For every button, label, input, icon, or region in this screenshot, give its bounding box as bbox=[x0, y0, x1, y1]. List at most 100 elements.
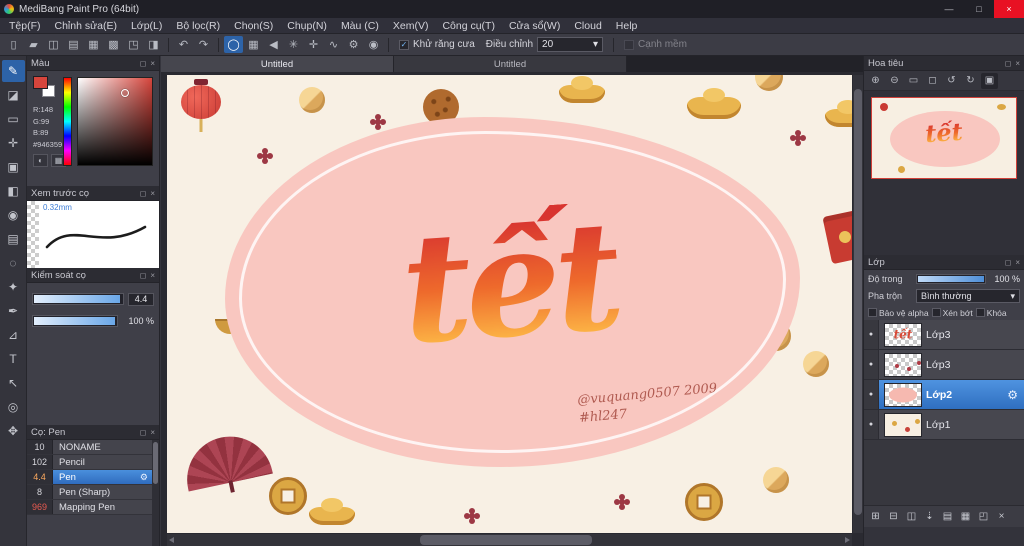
delete-layer-icon[interactable]: × bbox=[993, 508, 1010, 525]
pen-tool-icon[interactable]: ✎ bbox=[1, 60, 25, 82]
panel-layout-icon[interactable]: ◳ bbox=[124, 36, 143, 53]
rotate-right-icon[interactable]: ↻ bbox=[962, 73, 979, 89]
snap-settings-icon[interactable]: ⚙ bbox=[344, 36, 363, 53]
menu-layer[interactable]: Lớp(L) bbox=[124, 20, 169, 32]
eye-icon[interactable]: ● bbox=[864, 320, 879, 349]
popout-icon[interactable]: ◻ bbox=[140, 59, 147, 68]
gradient-tool-icon[interactable]: ◧ bbox=[2, 180, 25, 202]
close-button[interactable]: × bbox=[994, 0, 1024, 18]
hue-slider[interactable] bbox=[63, 77, 72, 166]
star-snap-icon[interactable]: ✳ bbox=[284, 36, 303, 53]
reset-view-icon[interactable]: ▣ bbox=[981, 72, 998, 89]
menu-edit[interactable]: Chỉnh sửa(E) bbox=[48, 20, 124, 32]
soft-edge-checkbox[interactable] bbox=[624, 39, 635, 50]
close-icon[interactable]: × bbox=[1015, 59, 1020, 68]
eye-icon[interactable]: ● bbox=[864, 350, 879, 379]
tab-untitled-1[interactable]: Untitled bbox=[161, 56, 394, 72]
popout-icon[interactable]: ◻ bbox=[140, 428, 147, 437]
eye-icon[interactable]: ● bbox=[864, 380, 879, 409]
menu-snap[interactable]: Chụp(N) bbox=[280, 20, 334, 32]
popout-icon[interactable]: ◻ bbox=[140, 189, 147, 198]
curve-snap-icon[interactable]: ∿ bbox=[324, 36, 343, 53]
triangle-snap-icon[interactable]: ◀ bbox=[264, 36, 283, 53]
scroll-right-arrow[interactable] bbox=[845, 537, 850, 543]
saturation-value-picker[interactable] bbox=[77, 77, 153, 166]
brush-size-slider[interactable] bbox=[32, 293, 124, 305]
popout-icon[interactable]: ◻ bbox=[140, 271, 147, 280]
lock-checkbox[interactable] bbox=[975, 308, 985, 317]
layer-folder-icon[interactable]: ▤ bbox=[939, 508, 956, 525]
grid-view-icon[interactable]: ▩ bbox=[104, 36, 123, 53]
layer-row-lop3a[interactable]: ● tết Lớp3 bbox=[864, 320, 1024, 350]
cross-snap-icon[interactable]: ✛ bbox=[304, 36, 323, 53]
brush-row-pencil[interactable]: 102 Pencil bbox=[27, 455, 152, 470]
rotate-left-icon[interactable]: ↺ bbox=[943, 73, 960, 89]
lasso-tool-icon[interactable]: ◌ bbox=[2, 252, 25, 274]
duplicate-layer-icon[interactable]: ◫ bbox=[903, 508, 920, 525]
pen-nib-tool-icon[interactable]: ✒ bbox=[2, 300, 25, 322]
brush-row-noname[interactable]: 10 NONAME bbox=[27, 440, 152, 455]
layer-row-lop1[interactable]: ● Lớp1 bbox=[864, 410, 1024, 440]
shape-tool-icon[interactable]: ⊿ bbox=[2, 324, 25, 346]
minimize-button[interactable]: — bbox=[934, 0, 964, 18]
brush-row-mapping-pen[interactable]: 969 Mapping Pen bbox=[27, 500, 152, 515]
layer-settings-icon[interactable]: ◰ bbox=[975, 508, 992, 525]
close-icon[interactable]: × bbox=[1015, 258, 1020, 267]
menu-window[interactable]: Cửa sổ(W) bbox=[502, 20, 567, 32]
close-icon[interactable]: × bbox=[150, 59, 155, 68]
text-tool-icon[interactable]: T bbox=[2, 348, 25, 370]
save-file-icon[interactable]: ◫ bbox=[44, 36, 63, 53]
magic-wand-tool-icon[interactable]: ✦ bbox=[2, 276, 25, 298]
blend-mode-dropdown[interactable]: Bình thường ▾ bbox=[916, 289, 1020, 303]
maximize-button[interactable]: □ bbox=[964, 0, 994, 18]
brush-row-pen[interactable]: 4.4 Pen ⚙ bbox=[27, 470, 152, 485]
image-icon[interactable]: ▦ bbox=[84, 36, 103, 53]
popout-icon[interactable]: ◻ bbox=[1005, 59, 1012, 68]
close-icon[interactable]: × bbox=[150, 271, 155, 280]
menu-file[interactable]: Tệp(F) bbox=[2, 20, 48, 32]
menu-select[interactable]: Chọn(S) bbox=[227, 20, 280, 32]
fill-tool-icon[interactable]: ▣ bbox=[2, 156, 25, 178]
opacity-slider[interactable] bbox=[916, 273, 986, 284]
add-layer-icon[interactable]: ⊞ bbox=[867, 508, 884, 525]
close-icon[interactable]: × bbox=[150, 428, 155, 437]
menu-tools[interactable]: Công cụ(T) bbox=[435, 20, 502, 32]
layer-mask-icon[interactable]: ▦ bbox=[957, 508, 974, 525]
brush-size-value[interactable]: 4.4 bbox=[128, 292, 154, 306]
merge-down-icon[interactable]: ⇣ bbox=[921, 508, 938, 525]
eye-icon[interactable]: ● bbox=[864, 410, 879, 439]
brush-opacity-slider[interactable] bbox=[32, 315, 118, 327]
tab-untitled-2[interactable]: Untitled bbox=[394, 56, 627, 72]
brush-row-pen-sharp[interactable]: 8 Pen (Sharp) bbox=[27, 485, 152, 500]
circle-snap-icon[interactable]: ◉ bbox=[364, 36, 383, 53]
protect-alpha-checkbox[interactable] bbox=[868, 308, 877, 317]
zoom-out-icon[interactable]: ⊖ bbox=[886, 73, 903, 89]
horizontal-scrollbar[interactable] bbox=[167, 534, 852, 546]
scrollbar-thumb[interactable] bbox=[420, 535, 592, 545]
open-file-icon[interactable]: ▰ bbox=[24, 36, 43, 53]
menu-help[interactable]: Help bbox=[609, 20, 645, 32]
antialias-checkbox[interactable]: ✓ bbox=[399, 39, 409, 50]
menu-color[interactable]: Màu (C) bbox=[334, 20, 386, 32]
canvas[interactable]: tết @vuquang0507 2009 #hl247 bbox=[167, 75, 852, 533]
popout-icon[interactable]: ◻ bbox=[1005, 258, 1012, 267]
cursor-tool-icon[interactable]: ↖ bbox=[2, 372, 25, 394]
grid-snap-icon[interactable]: ▦ bbox=[244, 36, 263, 53]
menu-cloud[interactable]: Cloud bbox=[567, 20, 608, 32]
scrollbar-thumb[interactable] bbox=[153, 442, 158, 484]
navigator-thumbnail[interactable]: tết bbox=[871, 97, 1017, 179]
workspace-icon[interactable]: ◨ bbox=[144, 36, 163, 53]
zoom-in-icon[interactable]: ⊕ bbox=[867, 73, 884, 89]
layer-row-lop3b[interactable]: ● Lớp3 bbox=[864, 350, 1024, 380]
eyedropper-tool-icon[interactable]: ◎ bbox=[2, 396, 25, 418]
actual-size-icon[interactable]: ◻ bbox=[924, 73, 941, 89]
pen-mode-icon[interactable]: ◯ bbox=[224, 36, 243, 53]
menu-filter[interactable]: Bộ lọc(R) bbox=[169, 20, 227, 32]
scrollbar-thumb[interactable] bbox=[854, 88, 862, 515]
menu-view[interactable]: Xem(V) bbox=[386, 20, 436, 32]
pattern-tool-icon[interactable]: ▤ bbox=[2, 228, 25, 250]
fit-view-icon[interactable]: ▭ bbox=[905, 73, 922, 89]
eraser-tool-icon[interactable]: ◪ bbox=[2, 84, 25, 106]
remove-layer-icon[interactable]: ⊟ bbox=[885, 508, 902, 525]
scroll-left-arrow[interactable] bbox=[169, 537, 174, 543]
